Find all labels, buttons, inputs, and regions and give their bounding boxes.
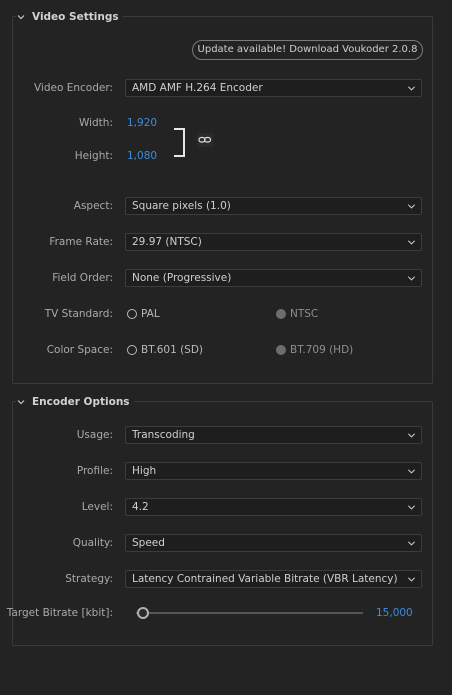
- radio-circle-icon: [276, 345, 286, 355]
- chevron-down-icon: [17, 400, 25, 405]
- field-order-row: Field Order: None (Progressive): [0, 268, 452, 288]
- height-value[interactable]: 1,080: [127, 146, 157, 166]
- video-settings-header[interactable]: Video Settings: [16, 10, 123, 24]
- quality-row: Quality: Speed: [0, 533, 452, 553]
- target-bitrate-label: Target Bitrate [kbit]:: [6, 607, 113, 619]
- radio-label: BT.709 (HD): [290, 344, 354, 356]
- frame-rate-row: Frame Rate: 29.97 (NTSC): [0, 232, 452, 252]
- target-bitrate-slider-track[interactable]: [136, 612, 363, 614]
- radio-circle-icon: [127, 345, 137, 355]
- radio-label: BT.601 (SD): [141, 344, 204, 356]
- chevron-down-icon: [407, 204, 416, 209]
- select-value: Latency Contrained Variable Bitrate (VBR…: [132, 573, 398, 585]
- color-space-label: Color Space:: [46, 344, 113, 356]
- strategy-select[interactable]: Latency Contrained Variable Bitrate (VBR…: [125, 570, 422, 588]
- select-value: None (Progressive): [132, 272, 232, 284]
- tv-standard-label: TV Standard:: [44, 308, 113, 320]
- select-value: High: [132, 465, 157, 477]
- chevron-down-icon: [407, 577, 416, 582]
- width-value[interactable]: 1,920: [127, 113, 157, 133]
- radio-pal[interactable]: PAL: [127, 304, 160, 324]
- radio-ntsc[interactable]: NTSC: [276, 304, 318, 324]
- usage-row: Usage: Transcoding: [0, 425, 452, 445]
- level-row: Level: 4.2: [0, 497, 452, 517]
- aspect-label: Aspect:: [73, 200, 113, 212]
- frame-rate-label: Frame Rate:: [49, 236, 113, 248]
- select-value: Speed: [132, 537, 165, 549]
- chevron-down-icon: [17, 15, 25, 20]
- encoder-options-header[interactable]: Encoder Options: [16, 395, 134, 409]
- video-encoder-select[interactable]: AMD AMF H.264 Encoder: [125, 79, 422, 97]
- chevron-down-icon: [407, 541, 416, 546]
- radio-label: PAL: [141, 308, 160, 320]
- video-encoder-row: Video Encoder: AMD AMF H.264 Encoder: [0, 78, 452, 98]
- width-label: Width:: [78, 117, 113, 129]
- usage-label: Usage:: [76, 429, 113, 441]
- select-value: Square pixels (1.0): [132, 200, 231, 212]
- chevron-down-icon: [407, 433, 416, 438]
- select-value: AMD AMF H.264 Encoder: [132, 82, 263, 94]
- profile-row: Profile: High: [0, 461, 452, 481]
- field-order-label: Field Order:: [52, 272, 113, 284]
- video-encoder-label: Video Encoder:: [33, 82, 113, 94]
- color-space-row: Color Space: BT.601 (SD) BT.709 (HD): [0, 340, 452, 360]
- radio-circle-icon: [127, 309, 137, 319]
- section-title: Video Settings: [32, 11, 119, 23]
- strategy-label: Strategy:: [65, 573, 113, 585]
- target-bitrate-slider-thumb[interactable]: [137, 607, 149, 619]
- level-label: Level:: [81, 501, 113, 513]
- chevron-down-icon: [407, 505, 416, 510]
- select-value: 29.97 (NTSC): [132, 236, 202, 248]
- select-value: 4.2: [132, 501, 149, 513]
- chevron-down-icon: [407, 240, 416, 245]
- field-order-select[interactable]: None (Progressive): [125, 269, 422, 287]
- aspect-select[interactable]: Square pixels (1.0): [125, 197, 422, 215]
- usage-select[interactable]: Transcoding: [125, 426, 422, 444]
- update-available-button[interactable]: Update available! Download Voukoder 2.0.…: [192, 40, 423, 60]
- radio-label: NTSC: [290, 308, 319, 320]
- height-row: Height: 1,080: [0, 146, 452, 166]
- radio-bt601[interactable]: BT.601 (SD): [127, 340, 203, 360]
- width-row: Width: 1,920: [0, 113, 452, 133]
- link-icon[interactable]: [196, 132, 214, 148]
- strategy-row: Strategy: Latency Contrained Variable Bi…: [0, 569, 452, 589]
- chevron-down-icon: [407, 86, 416, 91]
- frame-rate-select[interactable]: 29.97 (NTSC): [125, 233, 422, 251]
- tv-standard-row: TV Standard: PAL NTSC: [0, 304, 452, 324]
- radio-circle-icon: [276, 309, 286, 319]
- profile-select[interactable]: High: [125, 462, 422, 480]
- level-select[interactable]: 4.2: [125, 498, 422, 516]
- chevron-down-icon: [407, 276, 416, 281]
- aspect-row: Aspect: Square pixels (1.0): [0, 196, 452, 216]
- select-value: Transcoding: [132, 429, 195, 441]
- chevron-down-icon: [407, 469, 416, 474]
- aspect-bracket-icon: [174, 128, 185, 157]
- target-bitrate-value[interactable]: 15,000: [376, 603, 413, 623]
- profile-label: Profile:: [76, 465, 113, 477]
- quality-label: Quality:: [72, 537, 113, 549]
- quality-select[interactable]: Speed: [125, 534, 422, 552]
- section-title: Encoder Options: [32, 396, 130, 408]
- height-label: Height:: [74, 150, 113, 162]
- radio-bt709[interactable]: BT.709 (HD): [276, 340, 353, 360]
